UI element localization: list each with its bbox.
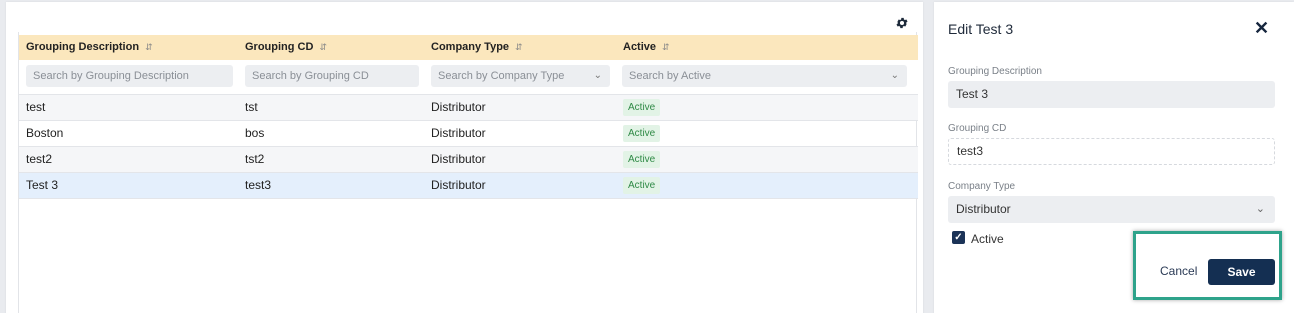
chevron-down-icon: ⌄ — [890, 70, 899, 81]
active-checkbox[interactable]: ✓ — [952, 231, 965, 244]
active-checkbox-label: Active — [971, 232, 1004, 246]
gear-icon[interactable] — [895, 16, 909, 30]
grouping-cd-field[interactable]: test3 — [948, 138, 1275, 165]
company-type-label: Company Type — [948, 181, 1016, 192]
table-row[interactable]: test tst Distributor Active — [19, 94, 918, 120]
company-type-select[interactable]: Distributor ⌄ — [948, 196, 1275, 223]
status-badge: Active — [623, 151, 661, 168]
table-row[interactable]: Boston bos Distributor Active — [19, 120, 918, 146]
search-grouping-description-input[interactable]: Search by Grouping Description — [26, 65, 233, 87]
status-badge: Active — [623, 177, 661, 194]
sort-icon[interactable]: ⇵ — [145, 35, 153, 60]
grid-header-row: Grouping Description ⇵ Grouping CD ⇵ Compa… — [19, 35, 918, 60]
chevron-down-icon: ⌄ — [593, 70, 602, 81]
cancel-button[interactable]: Cancel — [1160, 264, 1197, 278]
column-header-grouping-cd[interactable]: Grouping CD ⇵ — [245, 35, 327, 60]
panel-title: Edit Test 3 — [948, 21, 1014, 37]
column-header-company-type[interactable]: Company Type ⇵ — [431, 35, 523, 60]
status-badge: Active — [623, 125, 661, 142]
close-icon[interactable]: ✕ — [1254, 18, 1269, 39]
search-company-type-select[interactable]: Search by Company Type ⌄ — [431, 65, 610, 87]
grouping-description-field[interactable]: Test 3 — [948, 81, 1275, 108]
sort-icon[interactable]: ⇵ — [662, 35, 670, 60]
table-row[interactable]: test2 tst2 Distributor Active — [19, 146, 918, 172]
row-divider — [19, 198, 918, 199]
column-header-grouping-description[interactable]: Grouping Description ⇵ — [26, 35, 153, 60]
sort-icon[interactable]: ⇵ — [319, 35, 327, 60]
grid-card: Grouping Description ⇵ Grouping CD ⇵ Compa… — [6, 2, 923, 313]
grouping-description-label: Grouping Description — [948, 66, 1042, 77]
chevron-down-icon: ⌄ — [1255, 203, 1265, 215]
status-badge: Active — [623, 99, 661, 116]
save-button[interactable]: Save — [1208, 259, 1275, 285]
sort-icon[interactable]: ⇵ — [515, 35, 523, 60]
data-grid: Grouping Description ⇵ Grouping CD ⇵ Compa… — [18, 32, 918, 313]
filter-row: Search by Grouping Description Search by… — [19, 60, 918, 94]
column-header-active[interactable]: Active ⇵ — [623, 35, 670, 60]
search-active-select[interactable]: Search by Active ⌄ — [622, 65, 907, 87]
grouping-cd-label: Grouping CD — [948, 123, 1007, 134]
table-row-selected[interactable]: Test 3 test3 Distributor Active — [19, 172, 918, 198]
search-grouping-cd-input[interactable]: Search by Grouping CD — [245, 65, 419, 87]
